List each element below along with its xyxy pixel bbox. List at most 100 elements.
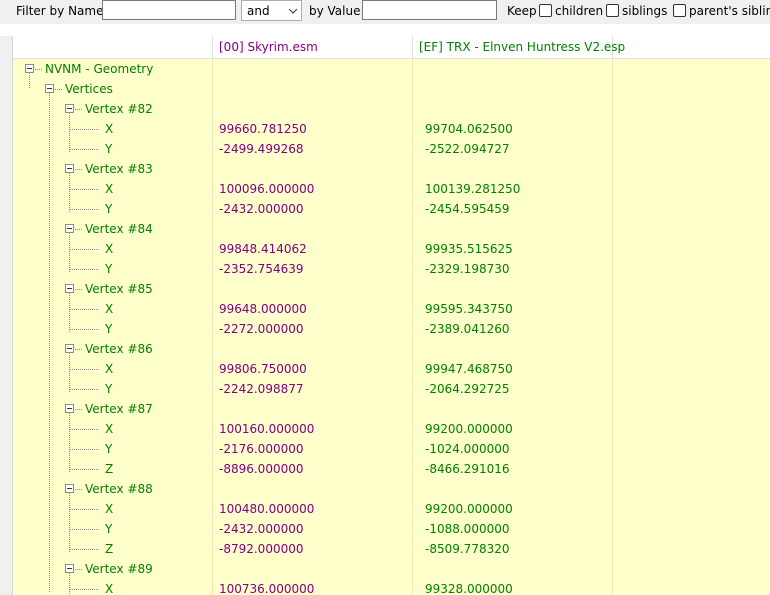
collapse-icon[interactable] (65, 284, 74, 293)
tree-row-x[interactable]: X 100736.000000 99328.000000 (13, 579, 770, 595)
tree-connector (75, 109, 83, 110)
skyrim-value[interactable]: -2176.000000 (219, 439, 304, 459)
filter-name-input[interactable] (102, 0, 236, 20)
tree-row-y[interactable]: Y -2352.754639 -2329.198730 (13, 259, 770, 279)
tree-row-vertex[interactable]: Vertex #84 (13, 219, 770, 239)
keep-siblings-label: siblings (622, 4, 668, 18)
skyrim-value[interactable]: -2499.499268 (219, 139, 304, 159)
tree-row-z[interactable]: Z -8896.000000 -8466.291016 (13, 459, 770, 479)
override-value[interactable]: -1088.000000 (425, 519, 510, 539)
tree-row-vertex[interactable]: Vertex #82 (13, 99, 770, 119)
override-value[interactable]: 99947.468750 (425, 359, 513, 379)
field-label: Y (105, 262, 113, 276)
override-value[interactable]: -2389.041260 (425, 319, 510, 339)
collapse-icon[interactable] (65, 344, 74, 353)
tree-row-x[interactable]: X 99806.750000 99947.468750 (13, 359, 770, 379)
filter-operator-select[interactable]: and (241, 0, 302, 21)
keep-children-checkbox[interactable] (539, 4, 552, 17)
collapse-icon[interactable] (65, 224, 74, 233)
collapse-icon[interactable] (65, 484, 74, 493)
skyrim-value[interactable]: -2432.000000 (219, 199, 304, 219)
tree-row-y[interactable]: Y -2176.000000 -1024.000000 (13, 439, 770, 459)
field-label: X (105, 302, 114, 316)
field-label: Z (105, 462, 114, 476)
skyrim-value[interactable]: -2272.000000 (219, 319, 304, 339)
field-label: X (105, 122, 114, 136)
tree-row-x[interactable]: X 99648.000000 99595.343750 (13, 299, 770, 319)
tree-connector (75, 489, 83, 490)
tree-row-x[interactable]: X 100096.000000 100139.281250 (13, 179, 770, 199)
tree-row-vertex[interactable]: Vertex #89 (13, 559, 770, 579)
tree-node-label: Vertex #83 (85, 162, 153, 176)
tree-row-y[interactable]: Y -2242.098877 -2064.292725 (13, 379, 770, 399)
tree-row-y[interactable]: Y -2272.000000 -2389.041260 (13, 319, 770, 339)
override-value[interactable]: -2064.292725 (425, 379, 510, 399)
skyrim-value[interactable]: -2352.754639 (219, 259, 304, 279)
override-value[interactable]: 100139.281250 (425, 179, 520, 199)
override-value[interactable]: 99595.343750 (425, 299, 513, 319)
override-value[interactable]: 99328.000000 (425, 579, 513, 595)
collapse-icon[interactable] (65, 404, 74, 413)
filter-operator-value: and (247, 4, 270, 18)
tree-connector (70, 529, 100, 530)
tree-row-x[interactable]: X 100480.000000 99200.000000 (13, 499, 770, 519)
column-header-label[interactable] (13, 36, 213, 58)
keep-siblings-checkbox[interactable] (606, 4, 619, 17)
tree-row-y[interactable]: Y -2432.000000 -2454.595459 (13, 199, 770, 219)
tree-connector (70, 369, 100, 370)
skyrim-value[interactable]: 100160.000000 (219, 419, 314, 439)
skyrim-value[interactable]: 99660.781250 (219, 119, 307, 139)
tree-connector (70, 469, 100, 470)
keep-parents-siblings-checkbox[interactable] (673, 4, 686, 17)
record-tree-grid[interactable]: [00] Skyrim.esm [EF] TRX - Elnven Huntre… (0, 36, 770, 595)
column-header-override[interactable]: [EF] TRX - Elnven Huntress V2.esp (413, 36, 625, 58)
override-value[interactable]: -8509.778320 (425, 539, 510, 559)
field-label: X (105, 582, 114, 595)
tree-row-vertex[interactable]: Vertex #83 (13, 159, 770, 179)
skyrim-value[interactable]: -8792.000000 (219, 539, 304, 559)
skyrim-value[interactable]: 99848.414062 (219, 239, 307, 259)
collapse-icon[interactable] (45, 84, 54, 93)
override-value[interactable]: 99200.000000 (425, 499, 513, 519)
collapse-icon[interactable] (65, 104, 74, 113)
override-value[interactable]: -2522.094727 (425, 139, 510, 159)
tree-row-vertex[interactable]: Vertex #88 (13, 479, 770, 499)
skyrim-value[interactable]: -8896.000000 (219, 459, 304, 479)
tree-row-vertices[interactable]: Vertices (13, 79, 770, 99)
tree-row-y[interactable]: Y -2432.000000 -1088.000000 (13, 519, 770, 539)
tree-row-vertex[interactable]: Vertex #87 (13, 399, 770, 419)
override-value[interactable]: 99935.515625 (425, 239, 513, 259)
override-value[interactable]: -8466.291016 (425, 459, 510, 479)
tree-row-x[interactable]: X 99848.414062 99935.515625 (13, 239, 770, 259)
skyrim-value[interactable]: -2432.000000 (219, 519, 304, 539)
tree-row-vertex[interactable]: Vertex #85 (13, 279, 770, 299)
skyrim-value[interactable]: 99648.000000 (219, 299, 307, 319)
filter-value-input[interactable] (362, 0, 497, 20)
override-value[interactable]: -1024.000000 (425, 439, 510, 459)
skyrim-value[interactable]: 100096.000000 (219, 179, 314, 199)
tree-row-x[interactable]: X 100160.000000 99200.000000 (13, 419, 770, 439)
tree-row-geometry[interactable]: NVNM - Geometry (13, 59, 770, 79)
column-header-skyrim[interactable]: [00] Skyrim.esm (213, 36, 413, 58)
tree-row-z[interactable]: Z -8792.000000 -8509.778320 (13, 539, 770, 559)
override-value[interactable]: -2454.595459 (425, 199, 510, 219)
tree-row-x[interactable]: X 99660.781250 99704.062500 (13, 119, 770, 139)
collapse-icon[interactable] (65, 164, 74, 173)
collapse-icon[interactable] (65, 564, 74, 573)
skyrim-value[interactable]: 100736.000000 (219, 579, 314, 595)
skyrim-value[interactable]: -2242.098877 (219, 379, 304, 399)
override-value[interactable]: -2329.198730 (425, 259, 510, 279)
tree-row-vertex[interactable]: Vertex #86 (13, 339, 770, 359)
field-label: Y (105, 382, 113, 396)
tree-node-label: Vertex #89 (85, 562, 153, 576)
tree-node-label: Vertex #84 (85, 222, 153, 236)
skyrim-value[interactable]: 100480.000000 (219, 499, 314, 519)
tree-connector (70, 549, 100, 550)
tree-connector (70, 189, 100, 190)
override-value[interactable]: 99200.000000 (425, 419, 513, 439)
field-label: X (105, 182, 114, 196)
collapse-icon[interactable] (25, 64, 34, 73)
override-value[interactable]: 99704.062500 (425, 119, 513, 139)
tree-row-y[interactable]: Y -2499.499268 -2522.094727 (13, 139, 770, 159)
skyrim-value[interactable]: 99806.750000 (219, 359, 307, 379)
